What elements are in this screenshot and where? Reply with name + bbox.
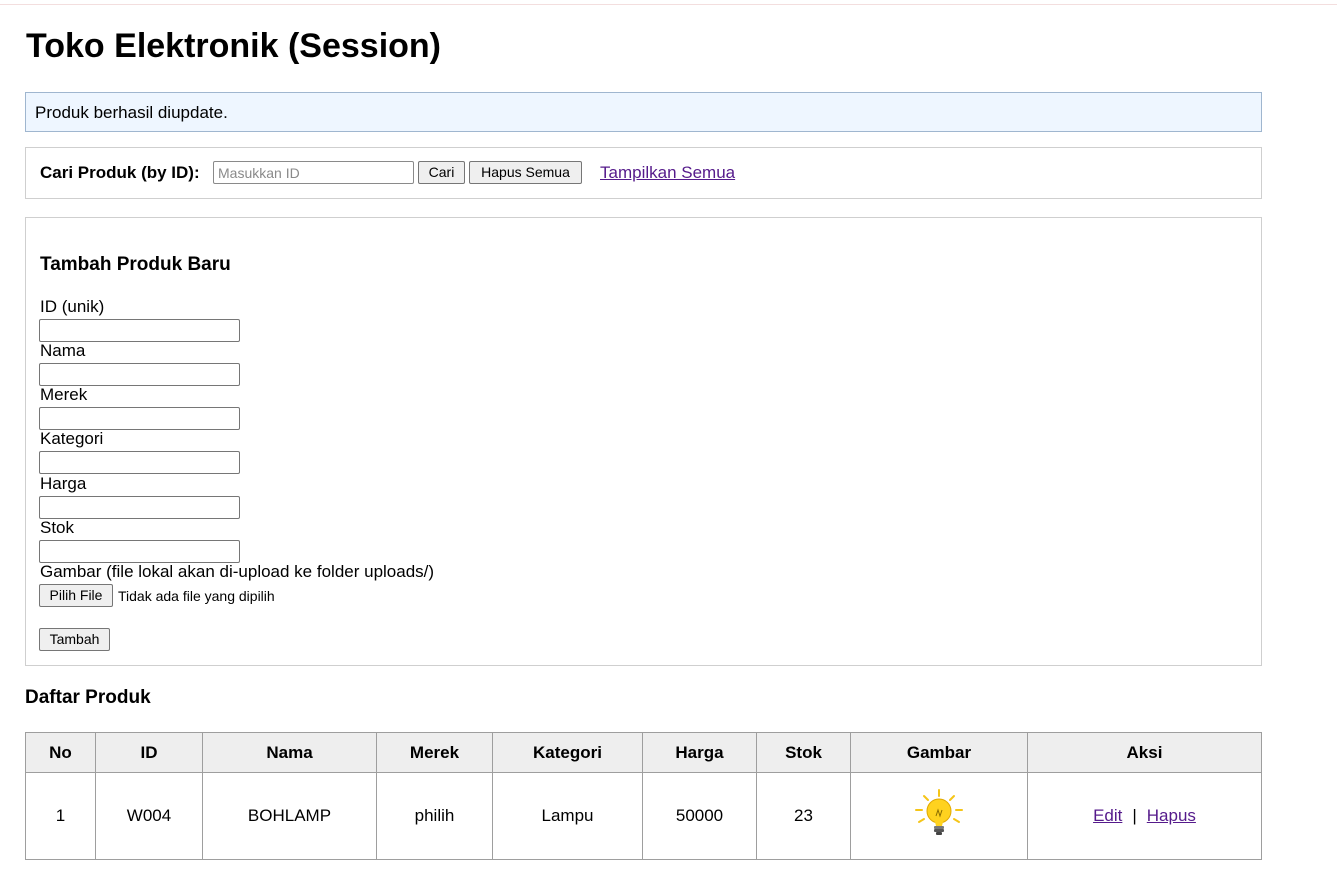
- delete-link[interactable]: Hapus: [1147, 806, 1196, 825]
- column-header-nama: Nama: [202, 732, 377, 773]
- cell-aksi: Edit | Hapus: [1027, 772, 1262, 860]
- id-label: ID (unik): [40, 297, 105, 316]
- cell-merek: philih: [376, 772, 493, 860]
- success-alert: Produk berhasil diupdate.: [25, 92, 1262, 132]
- cell-stok: 23: [756, 772, 851, 860]
- search-panel: Cari Produk (by ID): Cari Hapus Semua Ta…: [25, 147, 1262, 199]
- top-border: [0, 4, 1337, 5]
- cell-gambar: [850, 772, 1028, 860]
- stok-field[interactable]: [39, 540, 240, 563]
- cell-no: 1: [25, 772, 96, 860]
- stok-label: Stok: [40, 518, 75, 537]
- add-product-form: Tambah Produk Baru ID (unik) Nama Merek …: [25, 217, 1262, 666]
- search-label: Cari Produk (by ID):: [40, 163, 200, 182]
- product-list-title: Daftar Produk: [25, 687, 151, 708]
- cell-harga: 50000: [642, 772, 757, 860]
- id-field[interactable]: [39, 319, 240, 342]
- column-header-stok: Stok: [756, 732, 851, 773]
- table-row: 1 W004 BOHLAMP philih Lampu 50000 23 Edi…: [25, 772, 1262, 860]
- kategori-label: Kategori: [40, 429, 104, 448]
- form-title: Tambah Produk Baru: [40, 254, 231, 275]
- merek-label: Merek: [40, 385, 88, 404]
- lightbulb-icon: [915, 789, 963, 835]
- column-header-no: No: [25, 732, 96, 773]
- merek-field[interactable]: [39, 407, 240, 430]
- search-input[interactable]: [213, 161, 414, 184]
- delete-all-button[interactable]: Hapus Semua: [469, 161, 582, 184]
- column-header-gambar: Gambar: [850, 732, 1028, 773]
- column-header-id: ID: [95, 732, 203, 773]
- product-table: No ID Nama Merek Kategori Harga Stok Gam…: [25, 732, 1262, 860]
- add-button[interactable]: Tambah: [39, 628, 110, 651]
- harga-label: Harga: [40, 474, 87, 493]
- harga-field[interactable]: [39, 496, 240, 519]
- kategori-field[interactable]: [39, 451, 240, 474]
- edit-link[interactable]: Edit: [1093, 806, 1122, 825]
- cell-nama: BOHLAMP: [202, 772, 377, 860]
- cell-id: W004: [95, 772, 203, 860]
- column-header-kategori: Kategori: [492, 732, 643, 773]
- column-header-merek: Merek: [376, 732, 493, 773]
- file-status: Tidak ada file yang dipilih: [118, 588, 275, 604]
- alert-message: Produk berhasil diupdate.: [35, 103, 228, 122]
- search-button[interactable]: Cari: [418, 161, 465, 184]
- nama-label: Nama: [40, 341, 86, 360]
- cell-kategori: Lampu: [492, 772, 643, 860]
- column-header-harga: Harga: [642, 732, 757, 773]
- page-title: Toko Elektronik (Session): [26, 27, 442, 65]
- action-separator: |: [1132, 806, 1137, 825]
- choose-file-button[interactable]: Pilih File: [39, 584, 113, 607]
- column-header-aksi: Aksi: [1027, 732, 1262, 773]
- table-header-row: No ID Nama Merek Kategori Harga Stok Gam…: [25, 732, 1262, 773]
- image-label: Gambar (file lokal akan di-upload ke fol…: [40, 562, 435, 581]
- show-all-link[interactable]: Tampilkan Semua: [600, 163, 735, 183]
- nama-field[interactable]: [39, 363, 240, 386]
